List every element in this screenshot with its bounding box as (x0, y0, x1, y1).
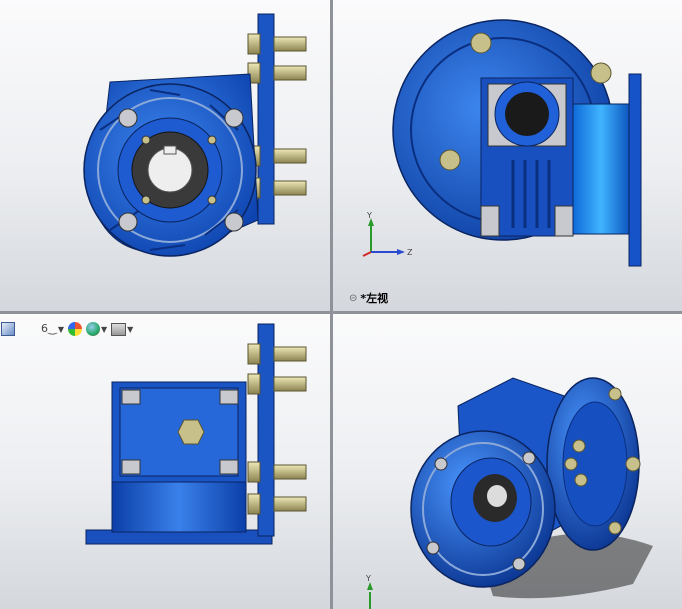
axis-z-label: Z (407, 248, 413, 257)
display-style-icon: 6‿ (41, 322, 57, 335)
axis-y-label: Y (366, 211, 372, 220)
scene-icon (86, 322, 100, 336)
view-settings-button[interactable]: ▼ (110, 320, 134, 338)
heads-up-toolbar: 6‿ ▼ ▼ ▼ (0, 320, 134, 338)
chevron-down-icon: ▼ (101, 324, 108, 334)
axis-triad: Y Z (362, 211, 413, 257)
scene-button[interactable]: ▼ (85, 320, 108, 338)
viewport-isometric[interactable]: Y (333, 314, 682, 609)
chevron-down-icon: ▼ (127, 324, 134, 334)
view-settings-icon (111, 322, 127, 336)
axis-y-label-iso: Y (365, 574, 371, 583)
gearbox-isometric-view: Y (365, 377, 653, 609)
gearbox-top-view (85, 323, 307, 545)
appearance-icon (68, 322, 82, 336)
chevron-down-icon: ▼ (57, 324, 64, 334)
quad-viewport-window: Y Z ⊝ *左视 6‿ ▼ ▼ ▼ Y (0, 0, 682, 609)
viewport-front[interactable] (0, 0, 330, 311)
view-name-text: *左视 (360, 292, 389, 305)
gearbox-front-view (83, 13, 307, 257)
bolt-group (247, 33, 307, 199)
display-style-button[interactable]: 6‿ ▼ (40, 320, 65, 338)
view-name: ⊝ *左视 (349, 290, 388, 306)
viewport-left[interactable]: Y Z ⊝ *左视 (333, 0, 682, 311)
appearance-button[interactable] (67, 320, 83, 338)
gearbox-left-view: Y Z (362, 19, 642, 267)
view-orientation-icon (1, 322, 15, 336)
view-orientation-button[interactable] (0, 320, 16, 338)
viewport-top[interactable]: 6‿ ▼ ▼ ▼ (0, 314, 330, 609)
link-views-icon[interactable]: ⊝ (349, 293, 357, 304)
